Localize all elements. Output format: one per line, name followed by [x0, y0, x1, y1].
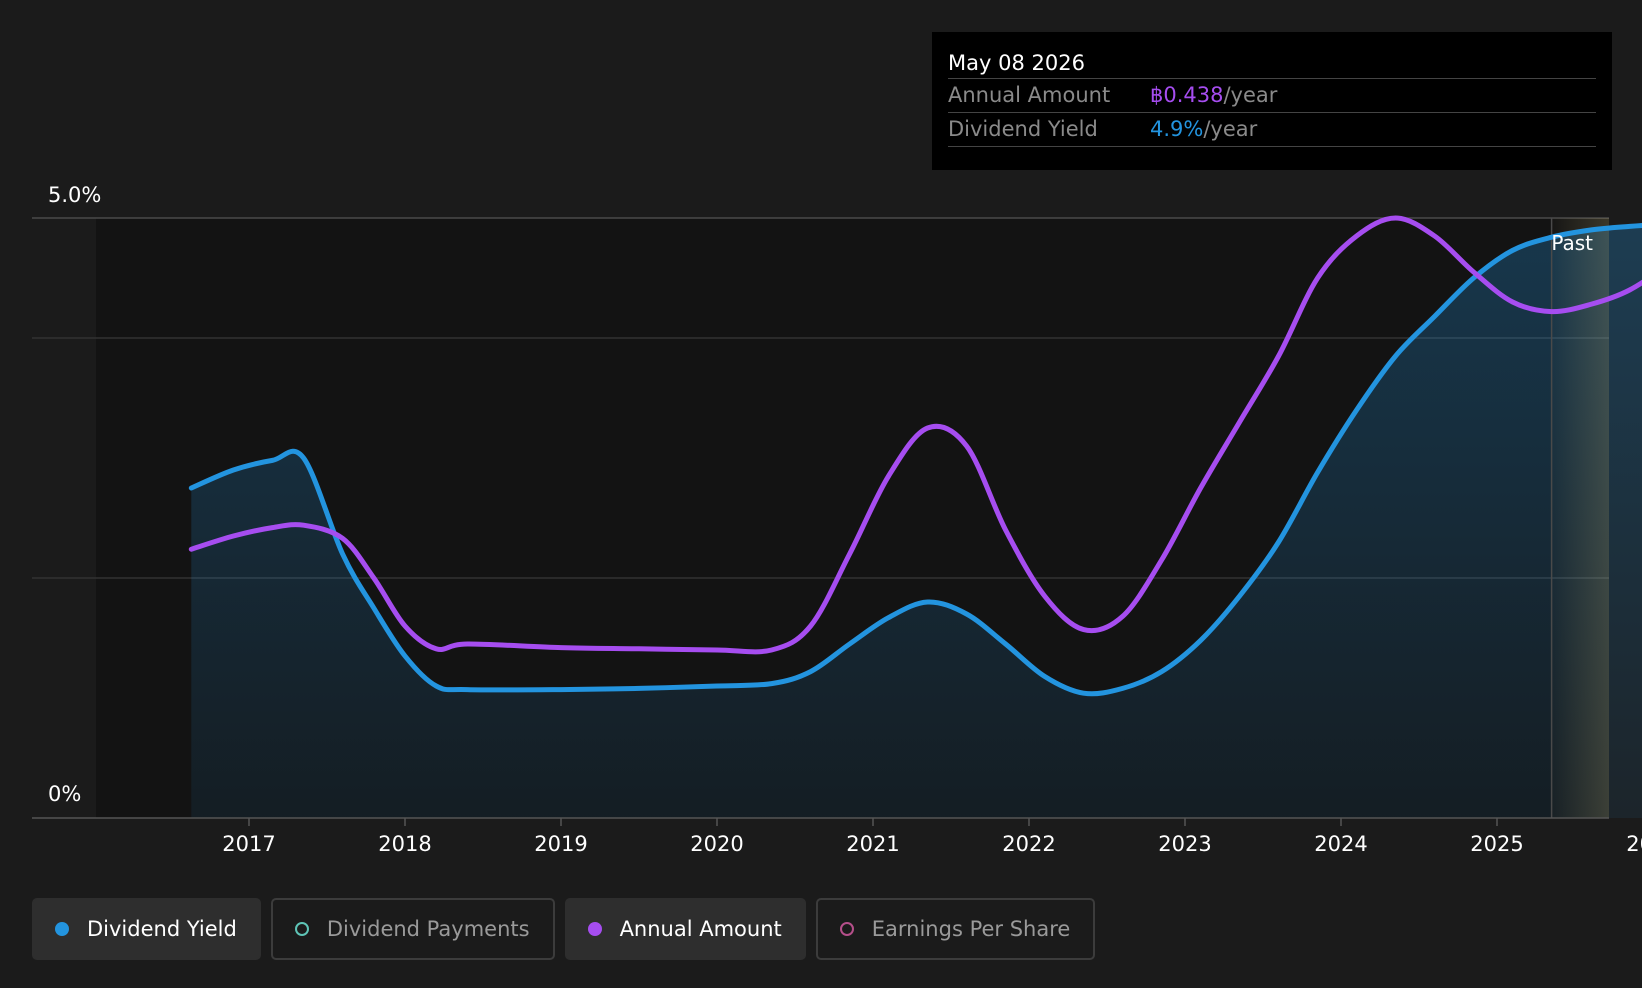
- legend-dot-icon: [587, 922, 602, 936]
- y-tick-label-top: 5.0%: [48, 183, 101, 207]
- legend-item-earnings-per-share[interactable]: Earnings Per Share: [815, 898, 1096, 960]
- tooltip-date: May 08 2026: [948, 51, 1085, 75]
- x-tick-label: 2019: [534, 832, 587, 856]
- tooltip-row-dividend-yield: Dividend Yield 4.9% /year: [948, 112, 1596, 147]
- legend-ring-icon: [839, 922, 854, 936]
- x-tick-label: 2020: [690, 832, 743, 856]
- x-tick-label: 2024: [1314, 832, 1367, 856]
- x-tick-label: 2022: [1002, 832, 1055, 856]
- y-tick-label-bottom: 0%: [48, 782, 81, 806]
- chart-legend: Dividend Yield Dividend Payments Annual …: [32, 898, 1096, 960]
- legend-label: Dividend Yield: [87, 917, 237, 941]
- legend-item-dividend-payments[interactable]: Dividend Payments: [270, 898, 555, 960]
- tooltip-panel: May 08 2026 Annual Amount ฿0.438 /year D…: [932, 32, 1612, 170]
- legend-item-dividend-yield[interactable]: Dividend Yield: [32, 898, 261, 960]
- legend-ring-icon: [294, 922, 309, 936]
- tooltip-value: ฿0.438: [1150, 83, 1224, 107]
- legend-label: Dividend Payments: [326, 917, 530, 941]
- x-tick-label: 2017: [222, 832, 275, 856]
- x-tick-label: 2026: [1626, 832, 1642, 856]
- tooltip-suffix: /year: [1203, 117, 1258, 141]
- legend-dot-icon: [55, 922, 69, 936]
- tooltip-suffix: /year: [1223, 83, 1278, 107]
- tooltip-label: Dividend Yield: [948, 117, 1098, 141]
- legend-label: Earnings Per Share: [871, 917, 1071, 941]
- x-tick-label: 2021: [846, 832, 899, 856]
- legend-item-annual-amount[interactable]: Annual Amount: [564, 898, 806, 960]
- x-tick-label: 2023: [1158, 832, 1211, 856]
- x-tick-label: 2025: [1470, 832, 1523, 856]
- tooltip-row-annual-amount: Annual Amount ฿0.438 /year: [948, 78, 1596, 112]
- past-label: Past: [1551, 231, 1593, 255]
- tooltip-value: 4.9%: [1150, 117, 1204, 141]
- tooltip-label: Annual Amount: [948, 83, 1111, 107]
- x-tick-label: 2018: [378, 832, 431, 856]
- legend-label: Annual Amount: [619, 917, 782, 941]
